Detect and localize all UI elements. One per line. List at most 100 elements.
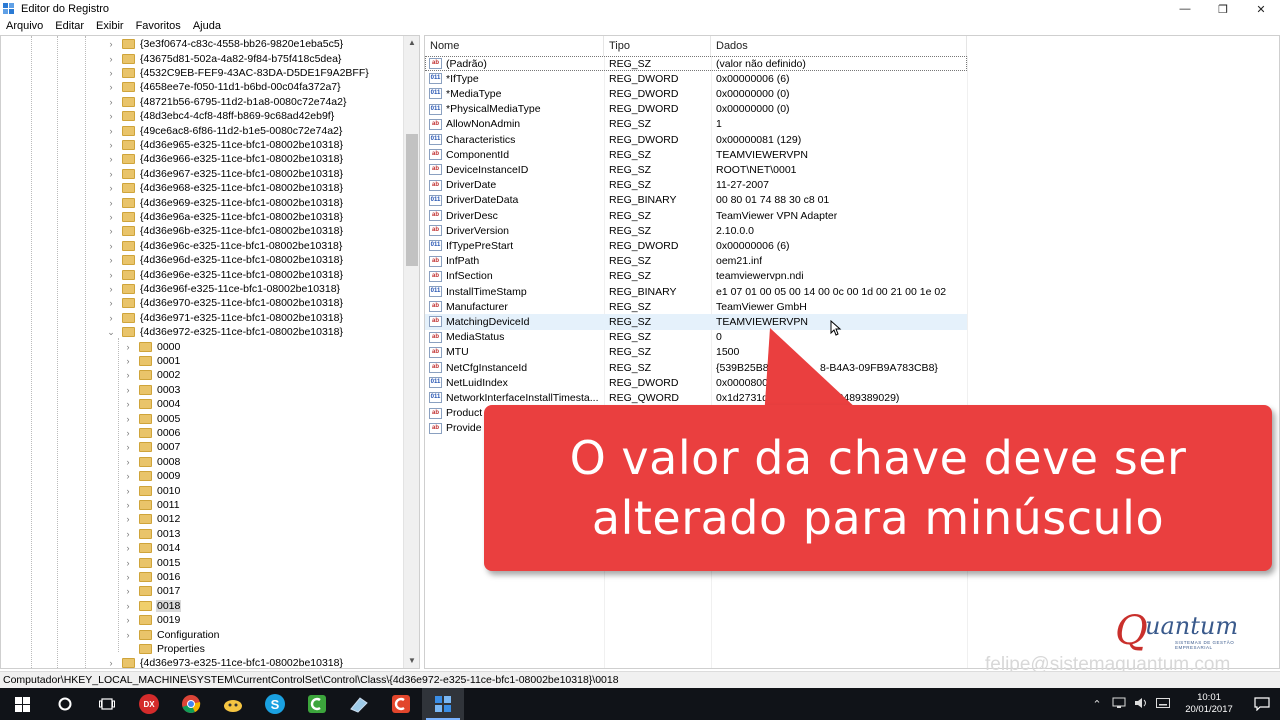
tree-subkey[interactable]: › 0000 xyxy=(123,339,181,353)
scroll-down-arrow-icon[interactable]: ▼ xyxy=(404,654,419,668)
tree-subkey[interactable]: › 0003 xyxy=(123,383,181,397)
value-row[interactable]: 011 DriverDateData REG_BINARY 00 80 01 74 8… xyxy=(425,193,967,208)
value-row[interactable]: ab (Padrão) REG_SZ (valor não definido) xyxy=(425,56,967,72)
value-row[interactable]: ab AllowNonAdmin REG_SZ 1 xyxy=(425,117,967,132)
tree-key[interactable]: › {4532C9EB-FEF9-43AC-83DA-D5DE1F9A2BFF} xyxy=(106,66,370,80)
chevron-right-icon[interactable]: › xyxy=(123,356,133,366)
chevron-right-icon[interactable]: › xyxy=(123,630,133,640)
volume-icon[interactable] xyxy=(1130,697,1152,712)
chevron-right-icon[interactable]: › xyxy=(123,399,133,409)
tree-subkey[interactable]: › 0005 xyxy=(123,411,181,425)
tray-chevron-up-icon[interactable]: ⌃ xyxy=(1086,698,1108,711)
camtasia-recorder-icon[interactable] xyxy=(296,688,338,720)
tree-subkey[interactable]: › 0004 xyxy=(123,397,181,411)
chrome-icon[interactable] xyxy=(170,688,212,720)
chevron-right-icon[interactable]: › xyxy=(106,298,116,308)
value-row[interactable]: ab NetCfgInstanceId REG_SZ {539B25B8-D8 8-B4… xyxy=(425,360,967,375)
tree-key[interactable]: › {4d36e96e-e325-11ce-bfc1-08002be10318} xyxy=(106,267,344,281)
chevron-right-icon[interactable]: › xyxy=(123,500,133,510)
value-row[interactable]: ab DeviceInstanceID REG_SZ ROOT\NET\0001 xyxy=(425,162,967,177)
tree-subkey[interactable]: › 0001 xyxy=(123,354,181,368)
chevron-right-icon[interactable]: › xyxy=(106,255,116,265)
tree-subkey[interactable]: › 0016 xyxy=(123,570,181,584)
value-row[interactable]: 011 InstallTimeStamp REG_BINARY e1 07 01 00… xyxy=(425,284,967,299)
scroll-up-arrow-icon[interactable]: ▲ xyxy=(404,36,419,50)
tree-subkey[interactable]: › 0014 xyxy=(123,541,181,555)
eraser-app-icon[interactable] xyxy=(338,688,380,720)
tree-subkey[interactable]: › 0019 xyxy=(123,613,181,627)
tree-subkey[interactable]: › 0008 xyxy=(123,455,181,469)
tree-key[interactable]: › {4d36e967-e325-11ce-bfc1-08002be10318} xyxy=(106,167,344,181)
tree-scrollbar[interactable]: ▲ ▼ xyxy=(403,36,419,668)
tree-subkey[interactable]: › 0009 xyxy=(123,469,181,483)
tree-key[interactable]: › {43675d81-502a-4a82-9f84-b75f418c5dea} xyxy=(106,51,342,65)
value-row[interactable]: ab InfPath REG_SZ oem21.inf xyxy=(425,254,967,269)
tree-key[interactable]: › {4d36e96c-e325-11ce-bfc1-08002be10318} xyxy=(106,239,343,253)
registry-tree[interactable]: ▲ ▼ › {3e3f0674-c83c-4558-bb26-9820e1eba5… xyxy=(0,35,420,669)
chevron-right-icon[interactable]: › xyxy=(123,586,133,596)
tree-subkey[interactable]: › 0017 xyxy=(123,584,181,598)
chevron-right-icon[interactable]: › xyxy=(123,543,133,553)
chevron-right-icon[interactable]: › xyxy=(106,68,116,78)
chevron-right-icon[interactable]: › xyxy=(106,82,116,92)
chevron-right-icon[interactable]: › xyxy=(123,428,133,438)
chevron-right-icon[interactable]: › xyxy=(106,212,116,222)
keyboard-icon[interactable] xyxy=(1152,697,1174,711)
chevron-right-icon[interactable]: › xyxy=(106,54,116,64)
chevron-right-icon[interactable]: › xyxy=(106,140,116,150)
chevron-right-icon[interactable]: › xyxy=(106,97,116,107)
value-row[interactable]: ab DriverVersion REG_SZ 2.10.0.0 xyxy=(425,223,967,238)
tree-subkey[interactable]: › 0006 xyxy=(123,426,181,440)
value-row[interactable]: ab MediaStatus REG_SZ 0 xyxy=(425,330,967,345)
column-header-data[interactable]: Dados xyxy=(711,36,967,56)
scrollbar-thumb[interactable] xyxy=(406,134,418,266)
tree-key[interactable]: › {3e3f0674-c83c-4558-bb26-9820e1eba5c5} xyxy=(106,37,344,51)
chevron-right-icon[interactable]: › xyxy=(106,226,116,236)
chevron-right-icon[interactable]: › xyxy=(123,342,133,352)
dx-app-icon[interactable]: DX xyxy=(128,688,170,720)
tree-key[interactable]: › {4658ee7e-f050-11d1-b6bd-00c04fa372a7} xyxy=(106,80,342,94)
chevron-right-icon[interactable]: › xyxy=(123,385,133,395)
tree-key[interactable]: › {4d36e968-e325-11ce-bfc1-08002be10318} xyxy=(106,181,344,195)
tree-subkey[interactable]: › 0013 xyxy=(123,527,181,541)
chevron-right-icon[interactable]: › xyxy=(106,198,116,208)
chevron-right-icon[interactable]: › xyxy=(123,414,133,424)
chevron-right-icon[interactable]: › xyxy=(123,615,133,625)
chevron-right-icon[interactable]: › xyxy=(106,154,116,164)
tree-key[interactable]: › {4d36e969-e325-11ce-bfc1-08002be10318} xyxy=(106,195,344,209)
camtasia-icon[interactable] xyxy=(380,688,422,720)
chevron-down-icon[interactable]: ⌄ xyxy=(106,327,116,338)
tree-key[interactable]: › {4d36e971-e325-11ce-bfc1-08002be10318} xyxy=(106,311,344,325)
tree-key[interactable]: › {49ce6ac8-6f86-11d2-b1e5-0080c72e74a2} xyxy=(106,123,343,137)
chevron-right-icon[interactable]: › xyxy=(123,471,133,481)
skype-icon[interactable]: S xyxy=(254,688,296,720)
column-header-type[interactable]: Tipo xyxy=(604,36,711,56)
menu-ajuda[interactable]: Ajuda xyxy=(187,20,227,32)
minimize-button[interactable]: — xyxy=(1166,0,1204,18)
chevron-right-icon[interactable]: › xyxy=(106,241,116,251)
tree-key[interactable]: › {4d36e973-e325-11ce-bfc1-08002be10318} xyxy=(106,656,344,668)
value-row[interactable]: ab InfSection REG_SZ teamviewervpn.ndi xyxy=(425,269,967,284)
value-row[interactable]: 011 *PhysicalMediaType REG_DWORD 0x00000000… xyxy=(425,102,967,117)
value-row[interactable]: ab Manufacturer REG_SZ TeamViewer GmbH xyxy=(425,299,967,314)
value-row[interactable]: 011 Characteristics REG_DWORD 0x00000081 (1… xyxy=(425,132,967,147)
chevron-right-icon[interactable]: › xyxy=(123,558,133,568)
value-row[interactable]: ab DriverDesc REG_SZ TeamViewer VPN Adapter xyxy=(425,208,967,223)
close-button[interactable]: ✕ xyxy=(1242,0,1280,18)
value-row[interactable]: 011 *IfType REG_DWORD 0x00000006 (6) xyxy=(425,71,967,86)
chevron-right-icon[interactable]: › xyxy=(106,270,116,280)
chevron-right-icon[interactable]: › xyxy=(123,370,133,380)
chevron-right-icon[interactable]: › xyxy=(123,442,133,452)
tree-key[interactable]: › {4d36e96b-e325-11ce-bfc1-08002be10318} xyxy=(106,224,344,238)
task-view-icon[interactable] xyxy=(86,688,128,720)
action-center-icon[interactable] xyxy=(1244,697,1280,711)
chevron-right-icon[interactable]: › xyxy=(123,601,133,611)
tree-key[interactable]: › {4d36e966-e325-11ce-bfc1-08002be10318} xyxy=(106,152,344,166)
tree-subkey[interactable]: › 0010 xyxy=(123,483,181,497)
value-row[interactable]: ab ComponentId REG_SZ TEAMVIEWERVPN xyxy=(425,147,967,162)
chevron-right-icon[interactable]: › xyxy=(123,572,133,582)
tree-subkey[interactable]: › 0015 xyxy=(123,555,181,569)
tree-subkey[interactable]: › 0007 xyxy=(123,440,181,454)
tree-key[interactable]: › {4d36e970-e325-11ce-bfc1-08002be10318} xyxy=(106,296,344,310)
value-row[interactable]: 011 *MediaType REG_DWORD 0x00000000 (0) xyxy=(425,86,967,101)
